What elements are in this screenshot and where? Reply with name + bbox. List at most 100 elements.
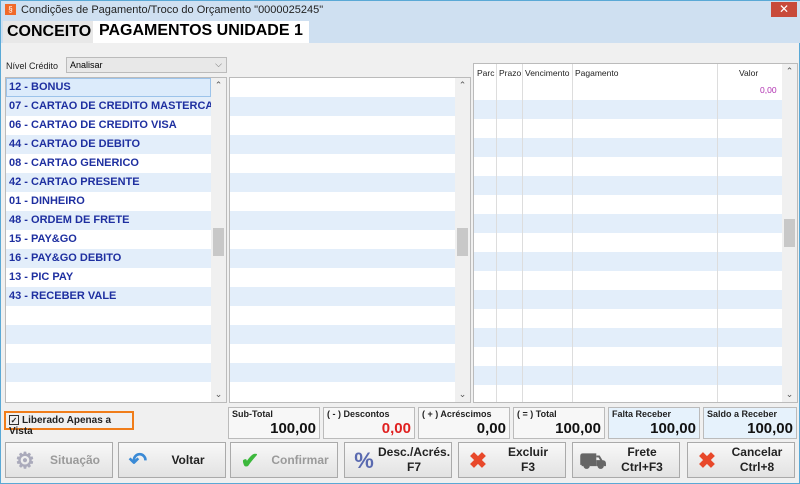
col-pagamento: Pagamento [575, 68, 619, 78]
middle-list-row[interactable] [230, 287, 455, 306]
tab-bar: CONCEITO PAGAMENTOS UNIDADE 1 [1, 19, 800, 43]
voltar-button[interactable]: ↶ Voltar [118, 442, 226, 478]
liberado-apenas-a-vista-checkbox[interactable]: ✓ Liberado Apenas a Vista [4, 411, 134, 437]
grid-row[interactable] [474, 138, 782, 157]
grid-row[interactable] [474, 385, 782, 402]
confirmar-label: Confirmar [271, 452, 329, 467]
middle-list-row[interactable] [230, 173, 455, 192]
payment-method-item[interactable]: 15 - PAY&GO [6, 230, 211, 249]
subtotal-value: 100,00 [270, 420, 316, 437]
valor-cell: 0,00 [760, 85, 777, 95]
grid-row[interactable] [474, 290, 782, 309]
payment-method-item[interactable]: 16 - PAY&GO DEBITO [6, 249, 211, 268]
payment-method-item[interactable]: 42 - CARTAO PRESENTE [6, 173, 211, 192]
falta-receber-box: Falta Receber 100,00 [608, 407, 700, 439]
acrescimos-box: ( + ) Acréscimos 0,00 [418, 407, 510, 439]
acrescimos-value: 0,00 [476, 420, 506, 437]
payment-method-item[interactable]: 44 - CARTAO DE DEBITO [6, 135, 211, 154]
payment-method-item[interactable] [6, 306, 211, 325]
close-button[interactable]: ✕ [771, 2, 797, 17]
middle-list-row[interactable] [230, 268, 455, 287]
app-icon: § [5, 4, 16, 15]
middle-list-row[interactable] [230, 344, 455, 363]
payment-method-item[interactable] [6, 363, 211, 382]
grid-row[interactable] [474, 214, 782, 233]
desconto-acrescimo-button[interactable]: % Desc./Acrés. F7 [344, 442, 452, 478]
grid-row[interactable] [474, 309, 782, 328]
frete-label: Frete [627, 445, 657, 459]
scroll-up-icon[interactable]: ⌃ [211, 78, 226, 93]
grid-scrollbar[interactable]: ⌃ ⌄ [782, 64, 797, 402]
middle-list-row[interactable] [230, 116, 455, 135]
delete-x-icon: ✖ [468, 448, 488, 473]
middle-list-row[interactable] [230, 325, 455, 344]
grid-row[interactable] [474, 252, 782, 271]
excluir-label: Excluir [507, 445, 549, 459]
middle-list-row[interactable] [230, 154, 455, 173]
middle-list-row[interactable] [230, 249, 455, 268]
scroll-down-icon[interactable]: ⌄ [782, 387, 797, 402]
payment-method-item[interactable] [6, 344, 211, 363]
scroll-down-icon[interactable]: ⌄ [211, 387, 226, 402]
voltar-label: Voltar [171, 452, 205, 467]
middle-list-row[interactable] [230, 363, 455, 382]
middle-list-row[interactable] [230, 306, 455, 325]
scroll-up-icon[interactable]: ⌃ [782, 64, 797, 79]
payment-method-item[interactable]: 08 - CARTAO GENERICO [6, 154, 211, 173]
cancelar-button[interactable]: ✖ Cancelar Ctrl+8 [687, 442, 795, 478]
payment-method-item[interactable]: 13 - PIC PAY [6, 268, 211, 287]
payment-method-item[interactable]: 06 - CARTAO DE CREDITO VISA [6, 116, 211, 135]
col-valor: Valor [739, 68, 759, 78]
payment-method-item[interactable]: 48 - ORDEM DE FRETE [6, 211, 211, 230]
frete-button[interactable]: ⛟ Frete Ctrl+F3 [572, 442, 680, 478]
payment-method-item[interactable]: 07 - CARTAO DE CREDITO MASTERCARD [6, 97, 211, 116]
subtotal-label: Sub-Total [232, 409, 273, 419]
grid-row[interactable] [474, 366, 782, 385]
falta-receber-label: Falta Receber [612, 409, 672, 419]
excluir-button[interactable]: ✖ Excluir F3 [458, 442, 566, 478]
nivel-credito-select[interactable]: Analisar ⌵ [66, 57, 227, 73]
payment-method-item[interactable] [6, 325, 211, 344]
descontos-value: 0,00 [381, 420, 411, 437]
grid-row[interactable] [474, 347, 782, 366]
middle-list-row[interactable] [230, 192, 455, 211]
window-title: Condições de Pagamento/Troco do Orçament… [21, 4, 324, 16]
middle-list-row[interactable] [230, 211, 455, 230]
acrescimos-label: ( + ) Acréscimos [422, 409, 492, 419]
confirmar-button[interactable]: ✔ Confirmar [230, 442, 338, 478]
middle-list-row[interactable] [230, 230, 455, 249]
payment-method-list[interactable]: 12 - BONUS 07 - CARTAO DE CREDITO MASTERC… [5, 77, 227, 403]
grid-row[interactable] [474, 119, 782, 138]
payment-grid[interactable]: Parc Prazo Vencimento Pagamento Valor 0,… [473, 63, 798, 403]
payment-method-item[interactable]: 12 - BONUS [6, 78, 211, 97]
payment-method-item[interactable]: 01 - DINHEIRO [6, 192, 211, 211]
grid-row[interactable] [474, 157, 782, 176]
descontos-box: ( - ) Descontos 0,00 [323, 407, 415, 439]
grid-row[interactable] [474, 195, 782, 214]
tab-pagamentos-unidade-1[interactable]: PAGAMENTOS UNIDADE 1 [93, 21, 309, 43]
grid-row[interactable] [474, 176, 782, 195]
grid-row[interactable] [474, 328, 782, 347]
scroll-thumb[interactable] [457, 228, 468, 256]
undo-arrow-icon: ↶ [128, 448, 148, 473]
scroll-thumb[interactable] [213, 228, 224, 256]
scroll-up-icon[interactable]: ⌃ [455, 78, 470, 93]
middle-list-row[interactable] [230, 382, 455, 401]
grid-row[interactable] [474, 100, 782, 119]
middle-list-row[interactable] [230, 135, 455, 154]
situacao-button[interactable]: ⚙ Situação [5, 442, 113, 478]
tab-conceito[interactable]: CONCEITO [3, 21, 96, 43]
middle-scrollbar[interactable]: ⌃ ⌄ [455, 78, 470, 402]
middle-list-row[interactable] [230, 78, 455, 97]
middle-list[interactable]: ⌃ ⌄ [229, 77, 471, 403]
grid-row[interactable] [474, 233, 782, 252]
total-box: ( = ) Total 100,00 [513, 407, 605, 439]
frete-shortcut: Ctrl+F3 [621, 460, 663, 474]
scroll-thumb[interactable] [784, 219, 795, 247]
list-scrollbar[interactable]: ⌃ ⌄ [211, 78, 226, 402]
scroll-down-icon[interactable]: ⌄ [455, 387, 470, 402]
grid-row[interactable] [474, 271, 782, 290]
payment-method-item[interactable] [6, 382, 211, 401]
middle-list-row[interactable] [230, 97, 455, 116]
payment-method-item[interactable]: 43 - RECEBER VALE [6, 287, 211, 306]
